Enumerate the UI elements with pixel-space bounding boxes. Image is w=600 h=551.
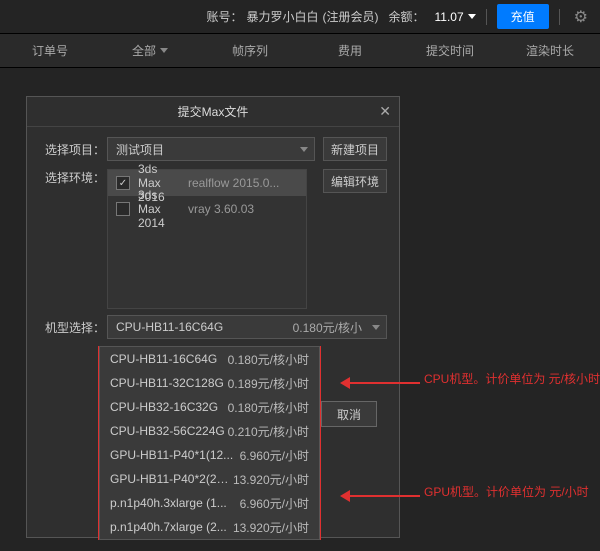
machine-selected-name: CPU-HB11-16C64G — [116, 320, 293, 334]
balance-label: 余额： — [388, 8, 424, 25]
annotation-text-gpu: GPU机型。计价单位为 元/小时 — [424, 483, 589, 500]
member-type: (注册会员) — [322, 8, 378, 25]
machine-label: 机型选择： — [45, 319, 107, 336]
machine-option[interactable]: CPU-HB11-32C128G0.189元/核小时 — [100, 371, 319, 395]
chevron-down-icon — [160, 48, 168, 53]
machine-option[interactable]: CPU-HB32-56C224G0.210元/核小时 — [100, 419, 319, 443]
chevron-down-icon — [372, 325, 380, 330]
env-plugin: realflow 2015.0... — [188, 176, 298, 190]
chevron-down-icon — [300, 147, 308, 152]
machine-dropdown-list: CPU-HB11-16C64G0.180元/核小时 CPU-HB11-32C12… — [99, 346, 320, 540]
machine-option[interactable]: p.n1p40h.7xlarge (2...13.920元/小时 — [100, 515, 319, 539]
recharge-button[interactable]: 充值 — [497, 4, 549, 29]
env-item[interactable]: 3ds Max 2014 vray 3.60.03 — [108, 196, 306, 222]
dialog-body: 选择项目： 测试项目 新建项目 选择环境： ✓ 3ds Max 2016 rea… — [27, 127, 399, 349]
dialog-title-bar: 提交Max文件 ✕ — [27, 97, 399, 127]
env-row: 选择环境： ✓ 3ds Max 2016 realflow 2015.0... … — [45, 169, 387, 309]
env-list: ✓ 3ds Max 2016 realflow 2015.0... 3ds Ma… — [107, 169, 307, 309]
col-cost[interactable]: 费用 — [300, 42, 400, 59]
new-project-button[interactable]: 新建项目 — [323, 137, 387, 161]
checkbox-icon[interactable]: ✓ — [116, 176, 130, 190]
project-value: 测试项目 — [116, 141, 164, 158]
checkbox-icon[interactable] — [116, 202, 130, 216]
col-all[interactable]: 全部 — [100, 42, 200, 59]
chevron-down-icon — [468, 14, 476, 19]
balance-value: 11.07 — [435, 10, 476, 24]
machine-option[interactable]: GPU-HB11-P40*1(12...6.960元/小时 — [100, 443, 319, 467]
cancel-button[interactable]: 取消 — [321, 401, 377, 427]
divider — [486, 9, 487, 25]
machine-dropdown[interactable]: CPU-HB11-16C64G 0.180元/核小 — [107, 315, 387, 339]
annotation-text-cpu: CPU机型。计价单位为 元/核小时 — [424, 370, 600, 387]
project-row: 选择项目： 测试项目 新建项目 — [45, 137, 387, 161]
col-order-no[interactable]: 订单号 — [0, 42, 100, 59]
machine-option[interactable]: GPU-HB11-P40*2(28...13.920元/小时 — [100, 467, 319, 491]
dialog-title: 提交Max文件 — [178, 103, 249, 120]
project-label: 选择项目： — [45, 141, 107, 158]
account-label: 账号： — [206, 8, 242, 25]
col-frames[interactable]: 帧序列 — [200, 42, 300, 59]
machine-option[interactable]: p.n1p40h.3xlarge (1...6.960元/小时 — [100, 491, 319, 515]
close-icon[interactable]: ✕ — [379, 103, 391, 120]
columns-header: 订单号 全部 帧序列 费用 提交时间 渲染时长 — [0, 34, 600, 68]
edit-env-button[interactable]: 编辑环境 — [323, 169, 387, 193]
col-render-time[interactable]: 渲染时长 — [500, 42, 600, 59]
gear-icon[interactable]: ⚙ — [570, 7, 592, 27]
machine-selected-price: 0.180元/核小 — [293, 319, 362, 336]
machine-option[interactable]: CPU-HB11-16C64G0.180元/核小时 — [100, 347, 319, 371]
top-bar: 账号： 暴力罗小白白 (注册会员) 余额： 11.07 充值 ⚙ — [0, 0, 600, 34]
divider — [559, 9, 560, 25]
machine-option[interactable]: CPU-HB32-16C32G0.180元/核小时 — [100, 395, 319, 419]
project-dropdown[interactable]: 测试项目 — [107, 137, 315, 161]
machine-row: 机型选择： CPU-HB11-16C64G 0.180元/核小 — [45, 315, 387, 339]
col-submit-time[interactable]: 提交时间 — [400, 42, 500, 59]
env-label: 选择环境： — [45, 169, 107, 309]
account-name: 暴力罗小白白 — [246, 8, 318, 25]
env-plugin: vray 3.60.03 — [188, 202, 298, 216]
